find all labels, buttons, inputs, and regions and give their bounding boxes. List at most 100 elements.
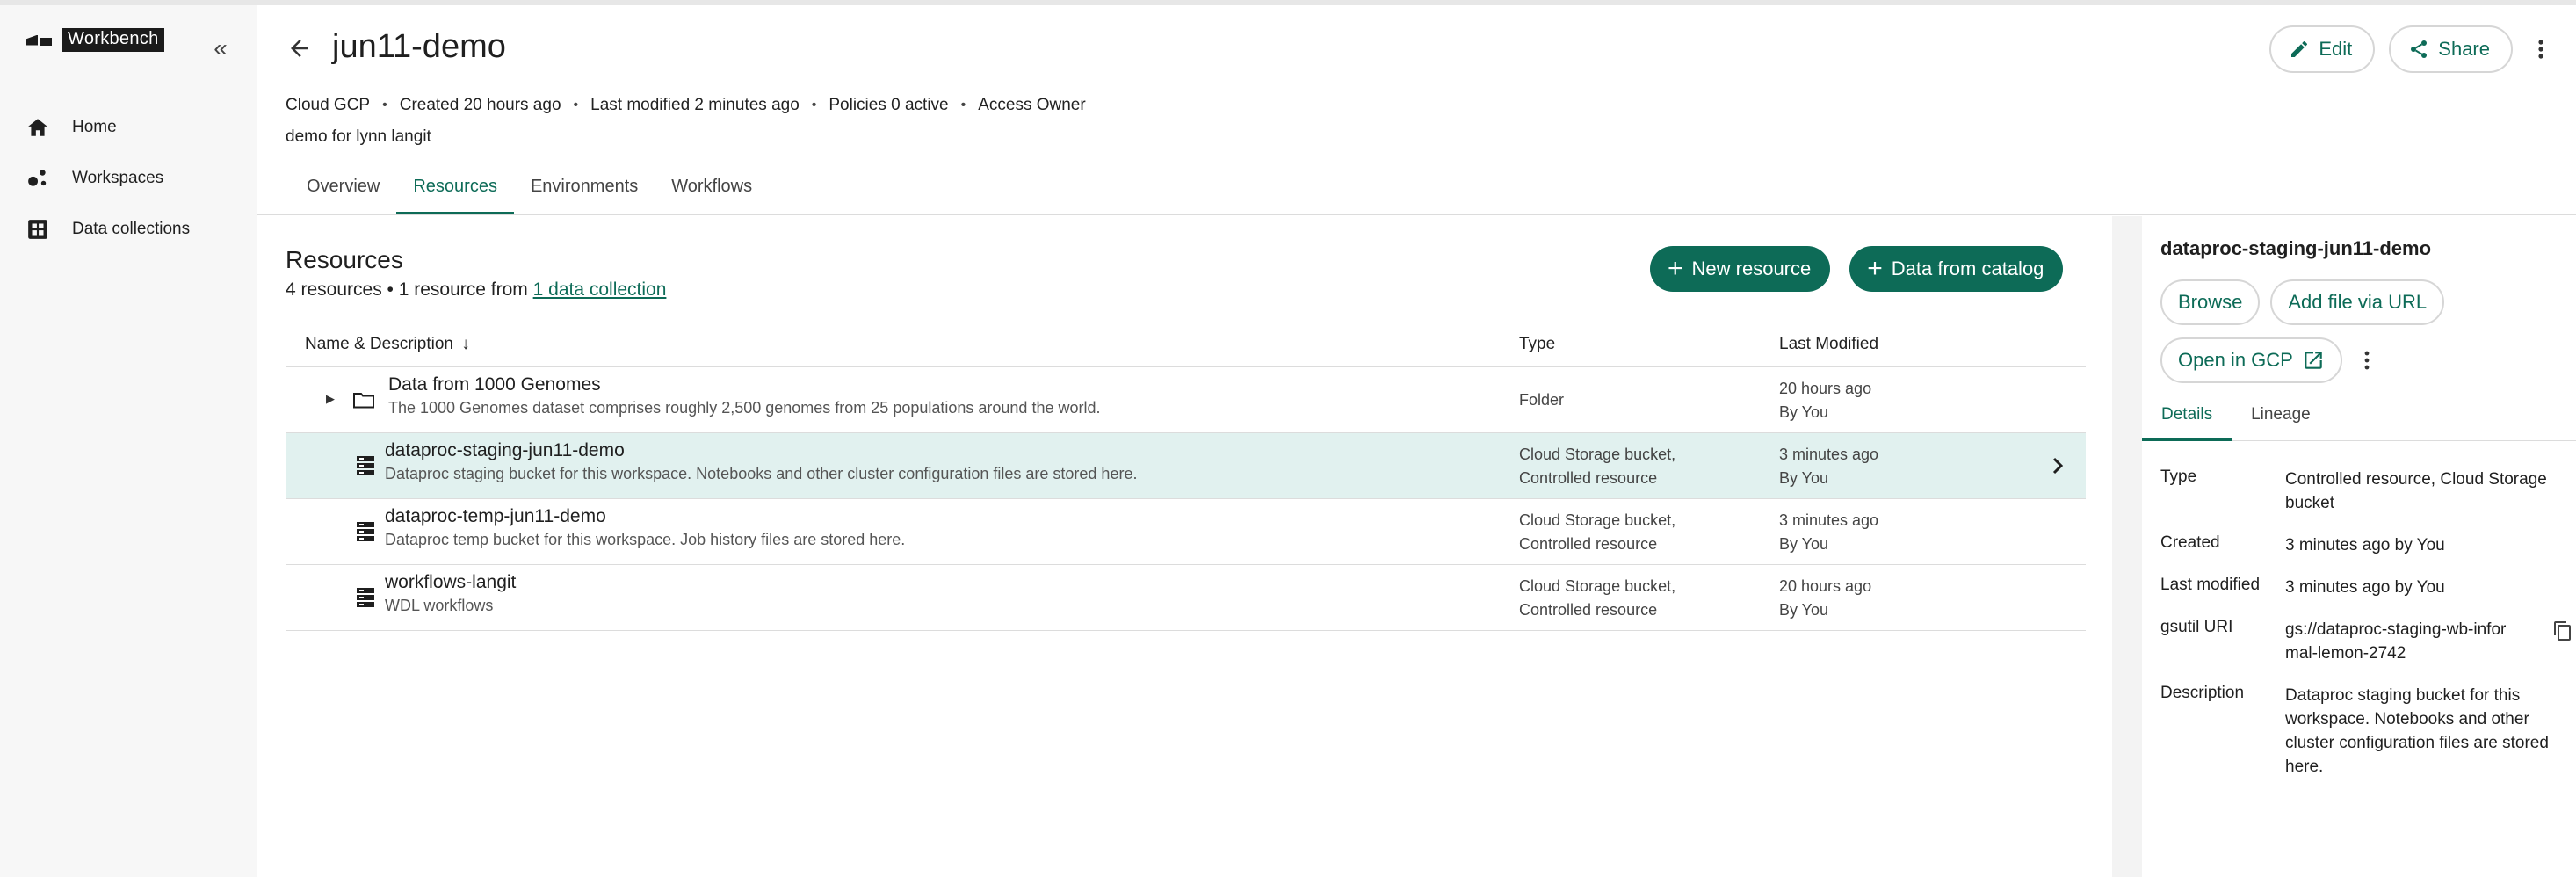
add-file-via-url-button[interactable]: Add file via URL	[2270, 279, 2445, 325]
sidebar-item-label: Home	[72, 118, 117, 136]
panel-actions: Browse Add file via URL Open in GCP	[2160, 279, 2565, 383]
resource-name: dataproc-temp-jun11-demo	[385, 506, 606, 526]
resource-type-line: Controlled resource	[1519, 469, 1658, 487]
resource-name: Data from 1000 Genomes	[388, 374, 601, 395]
detail-key: Description	[2160, 684, 2245, 702]
resource-description: Dataproc staging bucket for this workspa…	[385, 465, 1138, 482]
resource-type-line: Folder	[1519, 391, 1565, 409]
brand-name: Workbench	[62, 28, 164, 52]
sidebar-item-home[interactable]: Home	[26, 102, 190, 153]
chevron-right-icon[interactable]	[2047, 453, 2068, 479]
modified-time: 20 hours ago	[1779, 577, 1872, 595]
open-in-gcp-button[interactable]: Open in GCP	[2160, 337, 2342, 383]
table-row[interactable]: dataproc-temp-jun11-demo Dataproc temp b…	[286, 499, 2086, 565]
modified-by: By You	[1779, 535, 1829, 553]
workspace-meta: Cloud GCP • Created 20 hours ago • Last mo…	[286, 96, 1086, 114]
column-header-name-label: Name & Description	[305, 335, 453, 353]
data-from-catalog-button[interactable]: + Data from catalog	[1849, 246, 2064, 292]
resources-summary-text: 4 resources • 1 resource from	[286, 279, 533, 300]
header-actions: Edit Share	[2269, 25, 2513, 73]
tab-environments[interactable]: Environments	[514, 170, 655, 214]
detail-value: 3 minutes ago by You	[2285, 578, 2445, 597]
modified-time: 20 hours ago	[1779, 380, 1872, 397]
resource-type: Cloud Storage bucket, Controlled resource	[1519, 509, 1675, 556]
resource-description: Dataproc temp bucket for this workspace.…	[385, 531, 906, 548]
tabs-divider	[257, 214, 2576, 215]
column-header-name[interactable]: Name & Description ↓	[305, 335, 470, 354]
share-button-label: Share	[2438, 38, 2490, 60]
share-icon	[2411, 40, 2428, 58]
sort-arrow-down-icon: ↓	[461, 335, 470, 353]
browse-button[interactable]: Browse	[2160, 279, 2261, 325]
tab-workflows[interactable]: Workflows	[655, 170, 769, 214]
resource-name: dataproc-staging-jun11-demo	[385, 440, 625, 460]
resource-modified: 3 minutes ago By You	[1779, 443, 1878, 490]
data-collections-icon	[28, 220, 47, 239]
plus-icon: +	[1867, 254, 1883, 283]
sidebar-item-data-collections[interactable]: Data collections	[26, 204, 190, 255]
table-header: Name & Description ↓ Type Last Modified	[286, 327, 2086, 367]
tab-details[interactable]: Details	[2142, 399, 2232, 441]
sidebar-item-label: Data collections	[72, 220, 191, 238]
external-link-icon	[2305, 352, 2322, 369]
edit-button[interactable]: Edit	[2269, 25, 2376, 73]
data-from-catalog-label: Data from catalog	[1891, 257, 2044, 279]
modified-by: By You	[1779, 469, 1829, 487]
resource-type: Folder	[1519, 388, 1564, 412]
meta-policies: Policies 0 active	[829, 96, 949, 114]
column-header-type[interactable]: Type	[1519, 335, 1555, 354]
new-resource-label: New resource	[1691, 257, 1812, 279]
resource-type-line: Cloud Storage bucket,	[1519, 511, 1676, 529]
resource-type-line: Cloud Storage bucket,	[1519, 446, 1676, 463]
resource-details-panel: dataproc-staging-jun11-demo Browse Add f…	[2142, 216, 2576, 877]
table-row[interactable]: dataproc-staging-jun11-demo Dataproc sta…	[286, 433, 2086, 499]
detail-key: Last modified	[2160, 576, 2261, 594]
detail-value: gs://dataproc-staging-wb-informal-lemon-…	[2285, 620, 2507, 663]
meta-access: Access Owner	[978, 96, 1086, 114]
workbench-logo-icon	[26, 34, 52, 46]
meta-modified: Last modified 2 minutes ago	[590, 96, 800, 114]
open-in-gcp-label: Open in GCP	[2178, 349, 2293, 371]
sidebar-item-workspaces[interactable]: Workspaces	[26, 153, 190, 204]
resource-modified: 3 minutes ago By You	[1779, 509, 1878, 556]
plus-icon: +	[1668, 254, 1683, 283]
back-arrow-icon[interactable]	[286, 35, 313, 62]
resource-name: workflows-langit	[385, 572, 517, 592]
workspace-tabs: Overview Resources Environments Workflow…	[290, 170, 769, 214]
modified-by: By You	[1779, 601, 1829, 619]
tab-resources[interactable]: Resources	[396, 170, 514, 214]
detail-key: Type	[2160, 467, 2197, 486]
tab-lineage[interactable]: Lineage	[2232, 399, 2330, 441]
share-button[interactable]: Share	[2389, 25, 2513, 73]
pencil-icon	[2291, 41, 2308, 57]
collapse-sidebar-button[interactable]: «	[207, 36, 234, 65]
folder-icon	[353, 393, 374, 409]
brand-logo[interactable]: Workbench	[26, 28, 164, 52]
edit-button-label: Edit	[2319, 38, 2353, 60]
detail-value: Controlled resource, Cloud Storage bucke…	[2285, 470, 2547, 512]
table-row[interactable]: workflows-langit WDL workflows Cloud Sto…	[286, 565, 2086, 631]
tab-overview[interactable]: Overview	[290, 170, 396, 214]
column-header-modified[interactable]: Last Modified	[1779, 335, 1878, 354]
new-resource-button[interactable]: + New resource	[1650, 246, 1831, 292]
panel-more-options-icon[interactable]	[2358, 337, 2376, 383]
resource-description: WDL workflows	[385, 597, 494, 614]
resource-modified: 20 hours ago By You	[1779, 377, 1871, 424]
resource-type-line: Controlled resource	[1519, 535, 1658, 553]
workspace-description: demo for lynn langit	[286, 127, 431, 146]
data-collection-link[interactable]: 1 data collection	[533, 279, 667, 300]
table-row[interactable]: ▶ Data from 1000 Genomes The 1000 Genome…	[286, 367, 2086, 433]
resource-type: Cloud Storage bucket, Controlled resource	[1519, 443, 1675, 490]
workspaces-icon	[28, 170, 47, 186]
expand-caret-icon[interactable]: ▶	[326, 392, 335, 406]
copy-icon[interactable]	[2552, 620, 2573, 642]
storage-bucket-icon	[357, 588, 374, 607]
resource-type-line: Controlled resource	[1519, 601, 1658, 619]
more-options-icon[interactable]	[2532, 35, 2550, 63]
page-title: jun11-demo	[332, 28, 506, 65]
detail-key: Created	[2160, 533, 2220, 552]
resource-description: The 1000 Genomes dataset comprises rough…	[388, 399, 1101, 417]
resource-modified: 20 hours ago By You	[1779, 575, 1871, 622]
resources-summary: 4 resources • 1 resource from 1 data col…	[286, 279, 666, 301]
detail-value: 3 minutes ago by You	[2285, 536, 2445, 554]
